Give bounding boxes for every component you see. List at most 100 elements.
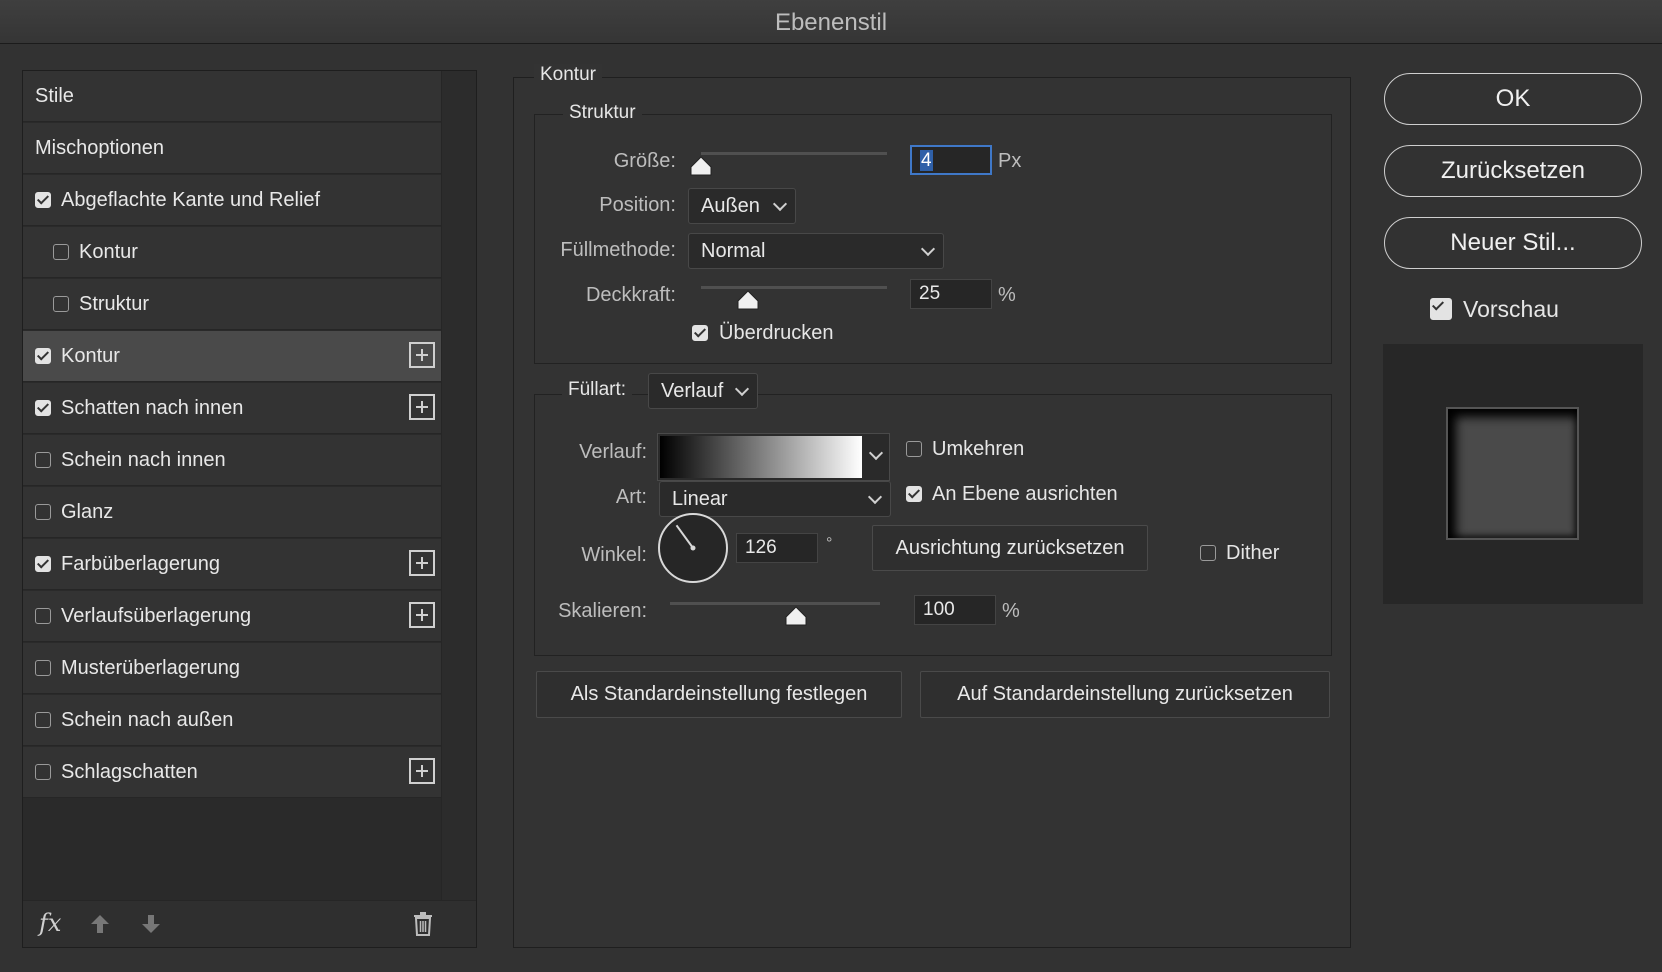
opacity-input[interactable]: 25	[910, 279, 992, 309]
style-list-item[interactable]: Glanz	[23, 487, 443, 538]
fill-type-dropdown[interactable]: Verlauf	[648, 373, 758, 409]
style-checkbox[interactable]	[35, 764, 51, 780]
position-label: Position:	[599, 194, 676, 216]
style-checkbox[interactable]	[35, 712, 51, 728]
style-list-item-label: Glanz	[61, 501, 114, 523]
position-dropdown[interactable]: Außen	[688, 188, 796, 224]
trash-icon[interactable]	[412, 912, 434, 936]
make-default-button[interactable]: Als Standardeinstellung festlegen	[536, 671, 902, 718]
style-list-item-label: Musterüberlagerung	[61, 657, 240, 679]
add-effect-icon[interactable]	[409, 342, 435, 368]
style-list-item[interactable]: Schein nach innen	[23, 435, 443, 486]
style-list-item[interactable]: Schein nach außen	[23, 695, 443, 746]
scale-input[interactable]: 100	[914, 595, 996, 625]
chevron-down-icon	[920, 241, 936, 257]
style-list-item[interactable]: Abgeflachte Kante und Relief	[23, 175, 443, 226]
blend-mode-dropdown[interactable]: Normal	[688, 233, 944, 269]
section-title: Kontur	[534, 64, 602, 86]
blend-mode-label: Füllmethode:	[560, 239, 676, 261]
add-effect-icon[interactable]	[409, 758, 435, 784]
opacity-label: Deckkraft:	[585, 284, 676, 306]
style-list-item-label: Abgeflachte Kante und Relief	[61, 189, 321, 211]
style-list-item-label: Struktur	[79, 293, 150, 315]
style-list-footer: fx	[23, 900, 476, 947]
size-label: Größe:	[613, 150, 676, 172]
angle-unit: °	[826, 535, 833, 552]
scale-unit: %	[1002, 600, 1020, 622]
style-checkbox[interactable]	[35, 556, 51, 572]
size-input[interactable]: 4	[910, 145, 992, 175]
chevron-down-icon	[734, 381, 750, 397]
dither-checkbox[interactable]	[1200, 545, 1216, 561]
reset-default-button[interactable]: Auf Standardeinstellung zurücksetzen	[920, 671, 1330, 718]
style-list-item[interactable]: Kontur	[23, 331, 443, 382]
style-list-item-label: Verlaufsüberlagerung	[61, 605, 252, 627]
angle-input[interactable]: 126	[736, 533, 818, 563]
style-checkbox[interactable]	[35, 504, 51, 520]
style-list-scrollbar[interactable]	[441, 71, 476, 901]
opacity-slider-track[interactable]	[701, 286, 887, 289]
style-list: Stile Mischoptionen Abgeflachte Kante und …	[22, 70, 477, 948]
overprint-checkbox[interactable]	[692, 325, 708, 341]
size-slider-track[interactable]	[701, 152, 887, 155]
chevron-down-icon[interactable]	[868, 445, 884, 461]
gradient-label: Verlauf:	[579, 441, 647, 463]
fx-icon[interactable]: fx	[39, 909, 61, 937]
scale-slider-track[interactable]	[670, 602, 880, 605]
scale-label: Skalieren:	[558, 600, 647, 622]
dialog-title: Ebenenstil	[0, 0, 1662, 44]
style-checkbox[interactable]	[35, 452, 51, 468]
style-list-item[interactable]: Farbüberlagerung	[23, 539, 443, 590]
chevron-down-icon	[867, 489, 883, 505]
style-checkbox[interactable]	[53, 244, 69, 260]
arrow-up-icon[interactable]	[89, 913, 111, 935]
preview-checkbox[interactable]	[1430, 298, 1452, 320]
opacity-unit: %	[998, 284, 1016, 306]
style-label: Art:	[615, 486, 647, 508]
arrow-down-icon[interactable]	[140, 913, 162, 935]
style-list-item-label: Schein nach außen	[61, 709, 234, 731]
reset-button[interactable]: Zurücksetzen	[1384, 145, 1642, 197]
angle-label: Winkel:	[581, 544, 647, 566]
dither-label: Dither	[1226, 542, 1280, 564]
style-list-item[interactable]: Schatten nach innen	[23, 383, 443, 434]
gradient-picker[interactable]	[657, 433, 890, 481]
style-checkbox[interactable]	[35, 400, 51, 416]
style-checkbox[interactable]	[35, 608, 51, 624]
align-with-layer-checkbox[interactable]	[906, 486, 922, 502]
style-list-item[interactable]: Kontur	[23, 227, 443, 278]
ok-button[interactable]: OK	[1384, 73, 1642, 125]
style-checkbox[interactable]	[35, 348, 51, 364]
kontur-panel: Kontur Struktur Größe: 4 Px Position: Au…	[513, 64, 1351, 948]
style-list-item[interactable]: Verlaufsüberlagerung	[23, 591, 443, 642]
align-with-layer-label: An Ebene ausrichten	[932, 483, 1118, 505]
add-effect-icon[interactable]	[409, 394, 435, 420]
chevron-down-icon	[772, 196, 788, 212]
new-style-button[interactable]: Neuer Stil...	[1384, 217, 1642, 269]
style-list-item[interactable]: Musterüberlagerung	[23, 643, 443, 694]
reverse-label: Umkehren	[932, 438, 1025, 460]
fill-type-label: Füllart:	[562, 379, 633, 401]
style-list-item[interactable]: Struktur	[23, 279, 443, 330]
style-list-item-label: Kontur	[79, 241, 138, 263]
style-list-item-label: Schatten nach innen	[61, 397, 244, 419]
style-checkbox[interactable]	[35, 660, 51, 676]
style-checkbox[interactable]	[53, 296, 69, 312]
struktur-title: Struktur	[563, 102, 642, 124]
preview-swatch	[1446, 407, 1579, 540]
style-list-item-label: Kontur	[61, 345, 120, 367]
style-list-item[interactable]: Mischoptionen	[23, 123, 443, 174]
style-list-item-label: Schlagschatten	[61, 761, 198, 783]
add-effect-icon[interactable]	[409, 550, 435, 576]
reverse-checkbox[interactable]	[906, 441, 922, 457]
style-list-item[interactable]: Stile	[23, 71, 443, 122]
style-checkbox[interactable]	[35, 192, 51, 208]
add-effect-icon[interactable]	[409, 602, 435, 628]
preview-area	[1383, 344, 1643, 604]
reset-alignment-button[interactable]: Ausrichtung zurücksetzen	[872, 525, 1148, 571]
gradient-swatch[interactable]	[660, 436, 862, 478]
style-list-item[interactable]: Schlagschatten	[23, 747, 443, 798]
style-list-item-label: Mischoptionen	[35, 137, 164, 159]
angle-dial[interactable]	[657, 512, 729, 584]
overprint-label: Überdrucken	[719, 322, 834, 344]
